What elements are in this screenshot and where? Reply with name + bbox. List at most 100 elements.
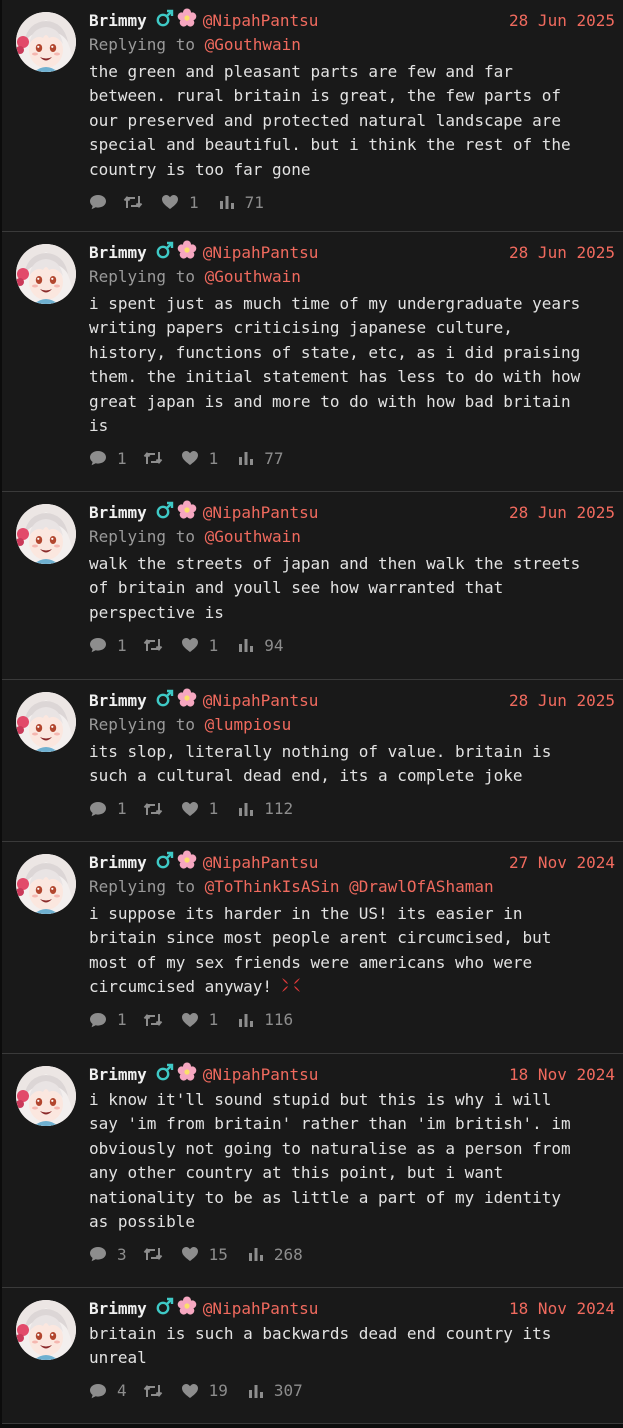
- tweet-text: the green and pleasant parts are few and…: [89, 60, 615, 182]
- tweet-text-line: them. the initial statement has less to …: [89, 367, 581, 387]
- user-handle[interactable]: @NipahPantsu: [203, 8, 319, 34]
- comment-icon: [90, 638, 106, 653]
- avatar[interactable]: [16, 244, 76, 304]
- cherry-blossom-icon: [177, 240, 197, 259]
- view-count: 77: [264, 448, 284, 468]
- reply-mention-link[interactable]: @lumpiosu: [205, 715, 292, 734]
- tweet[interactable]: Brimmy @NipahPantsu: [2, 492, 623, 680]
- reply-button[interactable]: 3: [89, 1245, 127, 1264]
- retweet-button[interactable]: [123, 194, 143, 210]
- reply-button[interactable]: 1: [89, 1010, 127, 1029]
- display-name[interactable]: Brimmy: [89, 8, 147, 34]
- views-button[interactable]: 307: [248, 1381, 303, 1400]
- display-name[interactable]: Brimmy: [89, 850, 147, 876]
- reply-mention-link[interactable]: @Gouthwain: [205, 267, 301, 286]
- male-sign-icon: [156, 241, 173, 259]
- like-button[interactable]: 19: [181, 1381, 228, 1400]
- heart-icon: [181, 1383, 198, 1398]
- tweet-text-line: such a cultural dead end, its a complete…: [89, 766, 523, 786]
- avatar[interactable]: [16, 692, 76, 752]
- comment-icon: [90, 1012, 106, 1027]
- tweet-text: i spent just as much time of my undergra…: [89, 292, 615, 438]
- retweet-button[interactable]: [143, 637, 163, 653]
- user-handle[interactable]: @NipahPantsu: [203, 1296, 319, 1322]
- tweet-stats: 1 1: [89, 795, 615, 823]
- user-handle[interactable]: @NipahPantsu: [203, 688, 319, 714]
- male-sign-icon: [156, 501, 173, 519]
- reply-button[interactable]: 1: [89, 799, 127, 818]
- retweet-button[interactable]: [143, 450, 163, 466]
- avatar[interactable]: [16, 854, 76, 914]
- retweet-icon: [143, 1013, 162, 1026]
- reply-button[interactable]: [89, 194, 107, 210]
- like-button[interactable]: 1: [181, 636, 218, 655]
- reply-button[interactable]: 1: [89, 636, 127, 655]
- user-handle[interactable]: @NipahPantsu: [203, 850, 319, 876]
- avatar[interactable]: [16, 1300, 76, 1360]
- like-button[interactable]: 1: [161, 193, 199, 212]
- tweet-date[interactable]: 18 Nov 2024: [509, 1296, 615, 1322]
- reply-mention-link[interactable]: @Gouthwain: [205, 527, 301, 546]
- views-button[interactable]: 71: [219, 193, 264, 212]
- tweet[interactable]: Brimmy @NipahPantsu: [2, 1054, 623, 1288]
- retweet-icon: [143, 1248, 162, 1261]
- user-handle[interactable]: @NipahPantsu: [203, 1062, 319, 1088]
- reply-button[interactable]: 4: [89, 1381, 127, 1400]
- profile-emojis: [155, 240, 197, 260]
- like-button[interactable]: 1: [181, 448, 219, 468]
- avatar[interactable]: [16, 12, 76, 72]
- tweet-date[interactable]: 28 Jun 2025: [509, 688, 615, 714]
- tweet-text-line: country is too far gone: [89, 159, 311, 179]
- cherry-blossom-icon: [177, 8, 197, 27]
- tweet-date[interactable]: 28 Jun 2025: [509, 240, 615, 266]
- like-button[interactable]: 1: [181, 1010, 218, 1029]
- reply-mention-link[interactable]: @ToThinkIsASin: [205, 877, 340, 896]
- retweet-button[interactable]: [143, 1246, 163, 1262]
- tweet-date[interactable]: 27 Nov 2024: [509, 850, 615, 876]
- cherry-blossom-icon: [177, 1062, 197, 1081]
- display-name[interactable]: Brimmy: [89, 1062, 147, 1088]
- reply-mention-link[interactable]: @Gouthwain: [205, 35, 301, 54]
- avatar[interactable]: [16, 1066, 76, 1126]
- views-button[interactable]: 268: [248, 1245, 303, 1264]
- tweet-text-line: i spent just as much time of my undergra…: [89, 294, 581, 313]
- views-icon: [239, 802, 254, 816]
- heart-icon: [181, 451, 198, 466]
- display-name[interactable]: Brimmy: [89, 688, 147, 714]
- views-icon: [239, 452, 254, 466]
- like-count: 1: [189, 192, 199, 212]
- views-icon: [219, 196, 234, 210]
- tweet-date[interactable]: 28 Jun 2025: [509, 8, 615, 34]
- reply-button[interactable]: 1: [89, 449, 127, 468]
- like-count: 1: [208, 448, 219, 468]
- views-button[interactable]: 116: [238, 1010, 293, 1029]
- views-button[interactable]: 77: [238, 448, 284, 468]
- views-button[interactable]: 112: [238, 799, 293, 818]
- views-button[interactable]: 94: [238, 636, 284, 655]
- heart-icon: [162, 195, 178, 210]
- display-name[interactable]: Brimmy: [89, 240, 147, 266]
- user-handle[interactable]: @NipahPantsu: [203, 500, 319, 526]
- tweet[interactable]: Brimmy @NipahPantsu: [2, 0, 623, 232]
- like-button[interactable]: 15: [181, 1245, 228, 1264]
- tweet[interactable]: Brimmy @NipahPantsu: [2, 680, 623, 842]
- avatar[interactable]: [16, 504, 76, 564]
- tweet-date[interactable]: 18 Nov 2024: [509, 1062, 615, 1088]
- like-button[interactable]: 1: [181, 799, 218, 818]
- user-handle[interactable]: @NipahPantsu: [203, 240, 319, 266]
- retweet-button[interactable]: [143, 1012, 163, 1028]
- display-name[interactable]: Brimmy: [89, 1296, 147, 1322]
- male-sign-icon: [156, 9, 173, 27]
- reply-count: 1: [117, 448, 127, 468]
- reply-count: 1: [117, 799, 127, 819]
- display-name[interactable]: Brimmy: [89, 500, 147, 526]
- tweet[interactable]: Brimmy @NipahPantsu: [2, 842, 623, 1054]
- retweet-button[interactable]: [143, 1383, 163, 1399]
- retweet-button[interactable]: [143, 801, 163, 817]
- tweet-date[interactable]: 28 Jun 2025: [509, 500, 615, 526]
- reply-mention-link[interactable]: @DrawlOfAShaman: [349, 877, 494, 896]
- heart-icon: [181, 801, 198, 816]
- tweet[interactable]: Brimmy @NipahPantsu: [2, 1288, 623, 1424]
- replying-to: Replying to @ToThinkIsASin @DrawlOfASham…: [89, 874, 615, 900]
- tweet[interactable]: Brimmy @NipahPantsu: [2, 232, 623, 492]
